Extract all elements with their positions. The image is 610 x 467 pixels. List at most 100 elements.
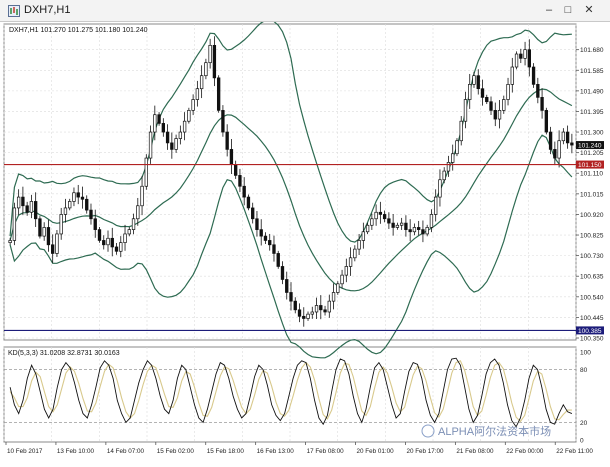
time-label: 16 Feb 13:00 bbox=[257, 448, 295, 455]
candle-bear bbox=[259, 229, 263, 237]
time-label: 21 Feb 08:00 bbox=[456, 448, 494, 455]
candle-bull bbox=[425, 227, 429, 235]
candle-bull bbox=[361, 231, 366, 241]
candle-bear bbox=[527, 49, 531, 68]
candle-bull bbox=[344, 266, 348, 276]
candle-bear bbox=[276, 253, 280, 267]
candle-bear bbox=[161, 123, 166, 133]
time-label: 13 Feb 10:00 bbox=[57, 448, 95, 455]
candle-bull bbox=[336, 283, 340, 293]
candle-bear bbox=[263, 235, 268, 241]
candle-bull bbox=[153, 114, 157, 133]
chart-window-icon bbox=[8, 5, 20, 17]
candle-bull bbox=[140, 185, 144, 207]
candle-bull bbox=[446, 162, 451, 172]
price-label: 100.920 bbox=[580, 212, 604, 219]
time-label: 14 Feb 07:00 bbox=[107, 448, 145, 455]
candle-bull bbox=[29, 201, 34, 213]
candle-bear bbox=[38, 218, 42, 237]
candle-bear bbox=[85, 198, 89, 211]
candle-bull bbox=[182, 120, 187, 133]
minimize-button[interactable]: – bbox=[541, 3, 557, 17]
candle-bull bbox=[174, 138, 178, 150]
stoch-level-label: 80 bbox=[580, 367, 588, 374]
candle-bear bbox=[382, 214, 387, 220]
candle-bear bbox=[285, 279, 289, 293]
price-label: 100.730 bbox=[580, 253, 604, 260]
candle-bull bbox=[127, 229, 131, 235]
close-button[interactable]: ✕ bbox=[581, 3, 597, 17]
candle-bull bbox=[55, 233, 59, 254]
candle-bull bbox=[106, 237, 110, 246]
time-label: 15 Feb 18:00 bbox=[207, 448, 245, 455]
candle-bull bbox=[8, 240, 12, 243]
candle-bull bbox=[178, 131, 183, 139]
candle-bull bbox=[506, 84, 510, 100]
candle-bear bbox=[242, 185, 246, 198]
candle-bear bbox=[97, 229, 102, 241]
candle-bull bbox=[438, 179, 442, 198]
candle-bull bbox=[12, 207, 17, 241]
candle-bull bbox=[472, 75, 476, 85]
window-titlebar[interactable]: DXH7,H1 – □ ✕ bbox=[0, 0, 610, 22]
candle-bear bbox=[553, 149, 557, 159]
price-label: 100.825 bbox=[580, 233, 604, 240]
candle-bull bbox=[208, 44, 212, 64]
candle-bear bbox=[387, 218, 391, 224]
time-label: 20 Feb 17:00 bbox=[406, 448, 444, 455]
candle-bull bbox=[412, 227, 417, 233]
price-label: 101.300 bbox=[580, 130, 604, 137]
candle-bull bbox=[144, 157, 148, 187]
candle-bull bbox=[353, 248, 357, 259]
chart-background bbox=[0, 22, 610, 462]
candle-bear bbox=[319, 305, 323, 311]
candle-bear bbox=[229, 149, 234, 165]
window-title: DXH7,H1 bbox=[24, 4, 71, 16]
time-label: 10 Feb 2017 bbox=[7, 448, 43, 455]
stoch-level-label: 0 bbox=[580, 438, 584, 445]
candle-bull bbox=[370, 218, 374, 226]
candle-bull bbox=[327, 300, 331, 313]
candle-bear bbox=[170, 142, 174, 150]
price-label: 101.015 bbox=[580, 191, 604, 198]
candle-bear bbox=[268, 240, 272, 246]
candle-bull bbox=[195, 88, 200, 100]
candle-bear bbox=[93, 218, 97, 230]
candle-bull bbox=[434, 196, 438, 215]
candle-bear bbox=[234, 164, 238, 176]
candle-bull bbox=[199, 75, 204, 90]
candle-bull bbox=[16, 196, 21, 209]
candle-bear bbox=[519, 53, 523, 59]
candle-bull bbox=[523, 49, 527, 59]
price-label: 101.585 bbox=[580, 68, 604, 75]
price-label: 100.635 bbox=[580, 274, 604, 281]
candle-bull bbox=[463, 99, 468, 122]
candle-bull bbox=[502, 99, 506, 111]
price-chart[interactable]: 101.680 101.585 101.490 101.395 101.300 101.2… bbox=[0, 19, 610, 462]
candle-bull bbox=[136, 205, 140, 220]
price-label: 100.540 bbox=[580, 294, 604, 301]
candle-bull bbox=[357, 240, 361, 250]
candle-bear bbox=[21, 196, 25, 207]
candle-bear bbox=[408, 229, 412, 233]
candle-bear bbox=[89, 209, 93, 220]
candle-bear bbox=[391, 222, 395, 228]
price-label: 100.445 bbox=[580, 315, 604, 322]
price-label: 101.490 bbox=[580, 88, 604, 95]
candle-bear bbox=[25, 205, 29, 213]
candle-bull bbox=[63, 207, 68, 215]
time-label: 22 Feb 00:00 bbox=[506, 448, 544, 455]
candle-bear bbox=[76, 192, 80, 198]
candle-bear bbox=[548, 131, 553, 150]
candle-bull bbox=[514, 53, 519, 68]
candle-bear bbox=[114, 246, 119, 252]
watermark: ALPHA阿尔法资本市场 bbox=[421, 424, 551, 438]
candle-bear bbox=[297, 309, 302, 317]
candle-bull bbox=[119, 242, 123, 252]
chart-window: DXH7,H1 – □ ✕ 101.680 101.585 101.490 101.3… bbox=[0, 0, 610, 462]
candle-bull bbox=[123, 233, 127, 243]
maximize-button[interactable]: □ bbox=[560, 3, 576, 17]
candle-bear bbox=[238, 175, 242, 187]
candle-bull bbox=[314, 305, 319, 313]
candle-bull bbox=[331, 292, 336, 302]
